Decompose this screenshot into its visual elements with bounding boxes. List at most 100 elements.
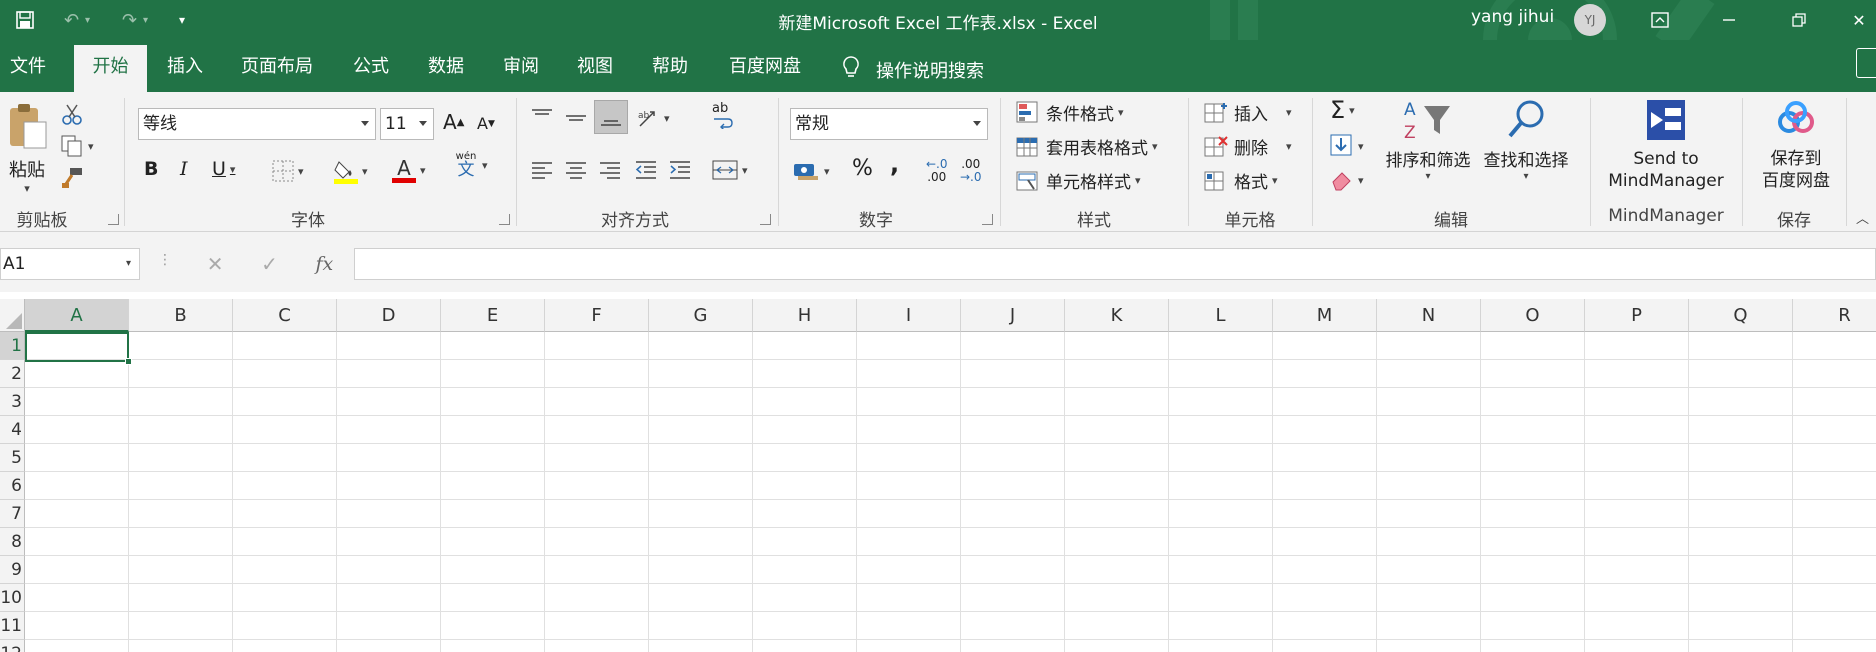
tab-view[interactable]: 视图 (567, 45, 623, 92)
cell-p5[interactable] (1585, 444, 1689, 472)
row-header-12[interactable]: 12 (0, 640, 25, 652)
cell-m7[interactable] (1273, 500, 1377, 528)
cell-p2[interactable] (1585, 360, 1689, 388)
column-header-l[interactable]: L (1169, 299, 1273, 332)
cell-f5[interactable] (545, 444, 649, 472)
cell-m5[interactable] (1273, 444, 1377, 472)
cell-d8[interactable] (337, 528, 441, 556)
collapse-ribbon-icon[interactable]: ︿ (1856, 208, 1869, 227)
cell-q9[interactable] (1689, 556, 1793, 584)
cell-n6[interactable] (1377, 472, 1481, 500)
cell-m9[interactable] (1273, 556, 1377, 584)
cell-p3[interactable] (1585, 388, 1689, 416)
cell-q10[interactable] (1689, 584, 1793, 612)
cell-l7[interactable] (1169, 500, 1273, 528)
avatar[interactable]: YJ (1574, 4, 1606, 36)
cell-a4[interactable] (25, 416, 129, 444)
cell-l8[interactable] (1169, 528, 1273, 556)
format-cells-button[interactable]: 格式 ▾ (1204, 168, 1278, 193)
cell-h8[interactable] (753, 528, 857, 556)
cut-button[interactable] (60, 102, 84, 126)
cell-q12[interactable] (1689, 640, 1793, 652)
cell-k4[interactable] (1065, 416, 1169, 444)
cell-q4[interactable] (1689, 416, 1793, 444)
font-size-combo[interactable]: 11 (380, 108, 434, 140)
cell-a3[interactable] (25, 388, 129, 416)
cell-f4[interactable] (545, 416, 649, 444)
cell-h4[interactable] (753, 416, 857, 444)
column-header-m[interactable]: M (1273, 299, 1377, 332)
cell-o2[interactable] (1481, 360, 1585, 388)
cell-b12[interactable] (129, 640, 233, 652)
cell-j7[interactable] (961, 500, 1065, 528)
cell-c5[interactable] (233, 444, 337, 472)
formula-input[interactable] (354, 248, 1876, 280)
cell-r2[interactable] (1793, 360, 1876, 388)
cell-p1[interactable] (1585, 332, 1689, 360)
cell-g10[interactable] (649, 584, 753, 612)
column-header-d[interactable]: D (337, 299, 441, 332)
cell-o5[interactable] (1481, 444, 1585, 472)
column-header-n[interactable]: N (1377, 299, 1481, 332)
tab-review[interactable]: 审阅 (493, 45, 549, 92)
cell-l11[interactable] (1169, 612, 1273, 640)
cell-d12[interactable] (337, 640, 441, 652)
tab-data[interactable]: 数据 (418, 45, 474, 92)
cell-o10[interactable] (1481, 584, 1585, 612)
cell-n8[interactable] (1377, 528, 1481, 556)
cell-c7[interactable] (233, 500, 337, 528)
cell-h3[interactable] (753, 388, 857, 416)
cell-e8[interactable] (441, 528, 545, 556)
cell-d3[interactable] (337, 388, 441, 416)
cell-r6[interactable] (1793, 472, 1876, 500)
cell-c1[interactable] (233, 332, 337, 360)
cell-i6[interactable] (857, 472, 961, 500)
shrink-font-button[interactable]: A ▼ (477, 114, 495, 133)
cell-p6[interactable] (1585, 472, 1689, 500)
cell-g6[interactable] (649, 472, 753, 500)
cell-k8[interactable] (1065, 528, 1169, 556)
conditional-formatting-button[interactable]: 条件格式 ▾ (1016, 100, 1124, 125)
cell-k5[interactable] (1065, 444, 1169, 472)
cell-g3[interactable] (649, 388, 753, 416)
cell-r7[interactable] (1793, 500, 1876, 528)
insert-function-icon[interactable]: fx (315, 253, 333, 275)
fill-handle[interactable] (125, 358, 132, 365)
save-to-baidu-button[interactable]: 保存到 百度网盘 (1746, 98, 1846, 192)
cell-k10[interactable] (1065, 584, 1169, 612)
cell-k2[interactable] (1065, 360, 1169, 388)
underline-button[interactable]: U ▾ (212, 158, 235, 180)
cell-b8[interactable] (129, 528, 233, 556)
cell-q6[interactable] (1689, 472, 1793, 500)
clear-button[interactable]: ▾ (1330, 168, 1364, 192)
cell-a9[interactable] (25, 556, 129, 584)
cell-g12[interactable] (649, 640, 753, 652)
cell-p11[interactable] (1585, 612, 1689, 640)
cell-b9[interactable] (129, 556, 233, 584)
column-header-i[interactable]: I (857, 299, 961, 332)
cell-i11[interactable] (857, 612, 961, 640)
cell-d11[interactable] (337, 612, 441, 640)
cell-r5[interactable] (1793, 444, 1876, 472)
cell-g11[interactable] (649, 612, 753, 640)
accounting-format-button[interactable]: ▾ (792, 160, 830, 182)
cell-j11[interactable] (961, 612, 1065, 640)
fill-button[interactable]: ▾ (1330, 134, 1364, 158)
cell-j1[interactable] (961, 332, 1065, 360)
cell-p12[interactable] (1585, 640, 1689, 652)
cell-g4[interactable] (649, 416, 753, 444)
cell-f12[interactable] (545, 640, 649, 652)
cell-q8[interactable] (1689, 528, 1793, 556)
paste-dropdown-icon[interactable]: ▾ (6, 182, 48, 195)
clipboard-launcher-icon[interactable] (108, 214, 119, 225)
cell-g2[interactable] (649, 360, 753, 388)
cell-i10[interactable] (857, 584, 961, 612)
cell-o6[interactable] (1481, 472, 1585, 500)
cell-b7[interactable] (129, 500, 233, 528)
cell-a5[interactable] (25, 444, 129, 472)
cell-i9[interactable] (857, 556, 961, 584)
cell-i1[interactable] (857, 332, 961, 360)
cell-m10[interactable] (1273, 584, 1377, 612)
decrease-indent-button[interactable] (634, 158, 658, 182)
cell-b4[interactable] (129, 416, 233, 444)
